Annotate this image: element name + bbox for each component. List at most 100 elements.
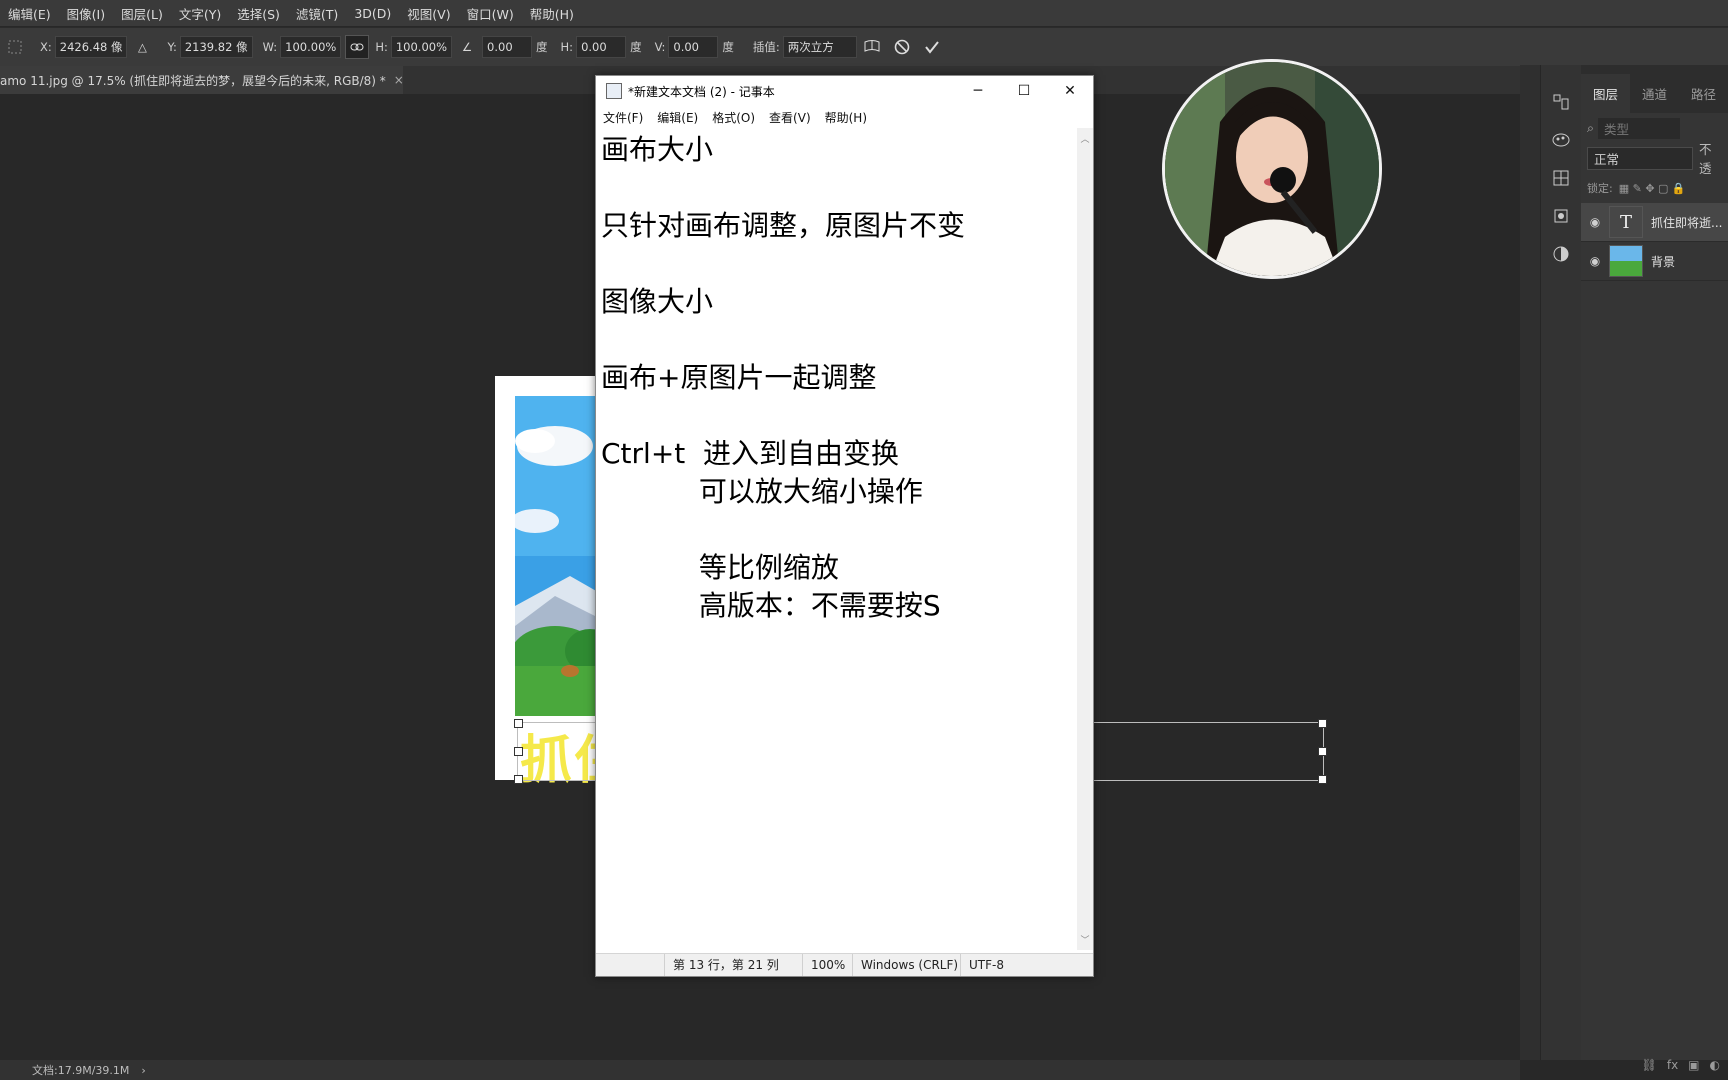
blend-mode-select[interactable]: 正常: [1587, 146, 1693, 170]
notepad-title-bar[interactable]: *新建文本文档 (2) - 记事本 ─ ☐ ✕: [596, 76, 1093, 106]
visibility-eye-icon[interactable]: ◉: [1581, 215, 1609, 229]
status-expand-icon[interactable]: ›: [141, 1064, 145, 1077]
transform-handle-tr[interactable]: [1318, 719, 1327, 728]
text-line: 画布+原图片一起调整: [601, 361, 877, 394]
maximize-icon[interactable]: ☐: [1001, 83, 1047, 99]
text-line: 高版本：不需要按S: [601, 589, 941, 622]
text-line: 等比例缩放: [601, 551, 839, 584]
vskew-field[interactable]: 0.00: [668, 36, 719, 58]
np-menu-view[interactable]: 查看(V): [762, 109, 818, 126]
width-field[interactable]: 100.00%: [280, 36, 342, 58]
text-encoding: UTF-8: [960, 954, 1069, 976]
hskew-label: H:: [560, 40, 574, 54]
notepad-vertical-scrollbar[interactable]: ︿ ﹀: [1077, 128, 1093, 950]
transform-handle-ml[interactable]: [514, 747, 523, 756]
tab-paths[interactable]: 路径: [1679, 84, 1728, 113]
document-tab[interactable]: amo 11.jpg @ 17.5% (抓住即将逝去的梦，展望今后的未来, RG…: [0, 66, 403, 94]
menu-image[interactable]: 图像(I): [59, 4, 113, 23]
layer-row-text[interactable]: ◉ T 抓住即将逝...: [1581, 203, 1728, 242]
visibility-eye-icon[interactable]: ◉: [1581, 254, 1609, 268]
layers-panel-tabs: 图层 通道 路径: [1581, 65, 1728, 113]
warp-icon[interactable]: [861, 36, 883, 58]
document-tab-label: amo 11.jpg @ 17.5% (抓住即将逝去的梦，展望今后的未来, RG…: [0, 73, 386, 88]
y-field[interactable]: 2139.82 像: [179, 36, 253, 58]
history-icon[interactable]: [1541, 83, 1581, 121]
menu-edit[interactable]: 编辑(E): [0, 4, 59, 23]
minimize-icon[interactable]: ─: [955, 83, 1001, 99]
layer-name: 抓住即将逝...: [1651, 215, 1723, 230]
menu-3d[interactable]: 3D(D): [346, 6, 399, 21]
layer-row-background[interactable]: ◉ 背景: [1581, 242, 1728, 281]
close-icon[interactable]: ✕: [1047, 83, 1093, 99]
layers-panel-footer: ⛓ fx ▣ ◐: [1581, 1050, 1728, 1080]
menu-filter[interactable]: 滤镜(T): [288, 4, 346, 23]
np-menu-format[interactable]: 格式(O): [705, 109, 762, 126]
x-field[interactable]: 2426.48 像: [54, 36, 128, 58]
delta-icon[interactable]: △: [131, 36, 153, 58]
notepad-text-area[interactable]: 画布大小 只针对画布调整，原图片不变 图像大小 画布+原图片一起调整 Ctrl+…: [596, 128, 1076, 950]
np-menu-edit[interactable]: 编辑(E): [650, 109, 705, 126]
notepad-title: *新建文本文档 (2) - 记事本: [628, 84, 775, 99]
transform-handle-mr[interactable]: [1318, 747, 1327, 756]
h-label: H:: [375, 40, 388, 54]
commit-transform-icon[interactable]: [921, 36, 943, 58]
scroll-down-icon[interactable]: ﹀: [1077, 933, 1093, 946]
opacity-label: 不透: [1698, 142, 1712, 176]
blend-row: 正常 不透: [1581, 142, 1728, 176]
text-line: 只针对画布调整，原图片不变: [601, 209, 966, 242]
tab-layers[interactable]: 图层: [1581, 74, 1630, 113]
menu-view[interactable]: 视图(V): [399, 4, 458, 23]
scroll-up-icon[interactable]: ︿: [1077, 132, 1093, 145]
np-menu-help[interactable]: 帮助(H): [818, 109, 874, 126]
hskew-unit: 度: [630, 40, 642, 54]
height-field[interactable]: 100.00%: [390, 36, 453, 58]
lock-row: 锁定: ▦ ✎ ✥ ▢ 🔒: [1581, 173, 1728, 203]
menu-layer[interactable]: 图层(L): [113, 4, 171, 23]
text-line: 画布大小: [601, 133, 714, 166]
angle-field[interactable]: 0.00: [482, 36, 533, 58]
transform-handle-bl[interactable]: [514, 775, 523, 784]
angle-unit: 度: [536, 40, 548, 54]
y-label: Y:: [167, 40, 177, 54]
text-line: 图像大小: [601, 285, 714, 318]
libraries-icon[interactable]: [1541, 197, 1581, 235]
line-ending: Windows (CRLF): [852, 954, 959, 976]
text-layer-thumbnail: T: [1609, 206, 1643, 238]
cancel-transform-icon[interactable]: [891, 36, 913, 58]
reference-point-icon[interactable]: [4, 36, 26, 58]
doc-size-status: 文档:17.9M/39.1M: [32, 1064, 130, 1077]
search-icon: ⌕: [1587, 120, 1595, 135]
transform-handle-tl[interactable]: [514, 719, 523, 728]
notepad-app-icon: [606, 83, 622, 99]
palette-icon[interactable]: [1541, 121, 1581, 159]
lock-label: 锁定:: [1587, 182, 1613, 195]
panel-dock-gutter: [1520, 65, 1540, 1060]
menu-type[interactable]: 文字(Y): [171, 4, 229, 23]
notepad-window: *新建文本文档 (2) - 记事本 ─ ☐ ✕ 文件(F) 编辑(E) 格式(O…: [595, 75, 1094, 977]
menu-help[interactable]: 帮助(H): [522, 4, 582, 23]
grid-icon[interactable]: [1541, 159, 1581, 197]
x-label: X:: [40, 40, 52, 54]
w-label: W:: [262, 40, 278, 54]
link-layers-icon[interactable]: ⛓: [1642, 1058, 1657, 1072]
close-tab-icon[interactable]: ×: [394, 73, 403, 87]
interpolation-select[interactable]: 两次立方: [782, 36, 857, 58]
mask-icon[interactable]: ▣: [1688, 1058, 1699, 1072]
menu-select[interactable]: 选择(S): [229, 4, 288, 23]
adjustments-icon[interactable]: [1541, 235, 1581, 273]
adjustment-layer-icon[interactable]: ◐: [1710, 1058, 1720, 1072]
notepad-menu-bar: 文件(F) 编辑(E) 格式(O) 查看(V) 帮助(H): [596, 106, 1093, 128]
tab-channels[interactable]: 通道: [1630, 84, 1679, 113]
layer-filter-input[interactable]: 类型: [1598, 117, 1681, 139]
vskew-label: V:: [654, 40, 666, 54]
zoom-level: 100%: [802, 954, 851, 976]
fx-icon[interactable]: fx: [1667, 1058, 1678, 1072]
cursor-position: 第 13 行，第 21 列: [664, 954, 801, 976]
status-bar: 文档:17.9M/39.1M ›: [0, 1060, 1520, 1080]
np-menu-file[interactable]: 文件(F): [596, 109, 650, 126]
transform-handle-br[interactable]: [1318, 775, 1327, 784]
menu-window[interactable]: 窗口(W): [459, 4, 522, 23]
lock-icons[interactable]: ▦ ✎ ✥ ▢ 🔒: [1619, 182, 1686, 195]
link-icon[interactable]: [345, 35, 370, 59]
hskew-field[interactable]: 0.00: [576, 36, 627, 58]
